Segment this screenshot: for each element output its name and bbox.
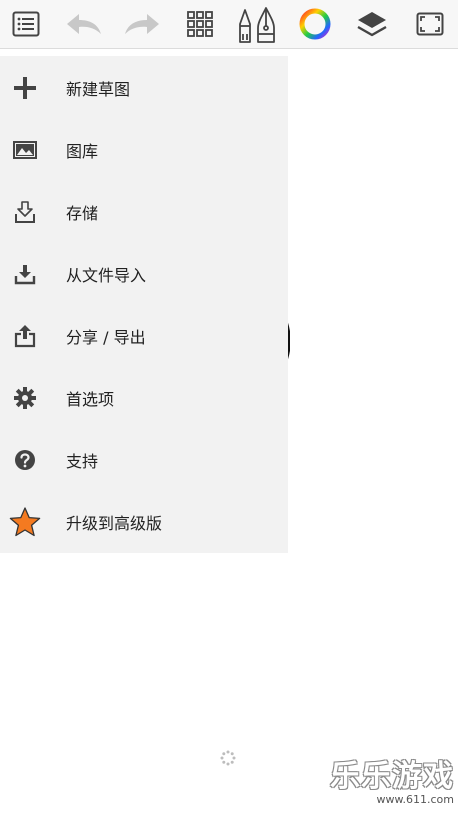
side-menu: 新建草图 图库 存储 从文件导入 分享 / 导出 首选项 支持 升级到高级版 xyxy=(0,56,288,553)
menu-item-upgrade[interactable]: 升级到高级版 xyxy=(0,491,288,553)
loading-spinner-icon xyxy=(220,750,236,766)
layers-icon xyxy=(357,12,387,37)
menu-label: 存储 xyxy=(66,204,99,223)
color-button[interactable] xyxy=(295,4,335,44)
redo-icon xyxy=(125,14,159,34)
brush-button[interactable] xyxy=(236,4,276,44)
save-icon xyxy=(15,201,35,223)
menu-label: 新建草图 xyxy=(66,80,131,99)
gear-icon xyxy=(14,387,36,409)
grid-button[interactable] xyxy=(180,4,220,44)
undo-icon xyxy=(67,14,101,34)
undo-button[interactable] xyxy=(64,4,104,44)
menu-label: 支持 xyxy=(66,452,99,471)
share-icon xyxy=(14,325,36,348)
menu-item-save[interactable]: 存储 xyxy=(0,181,288,243)
star-icon xyxy=(9,507,41,537)
gallery-icon xyxy=(13,141,37,159)
fullscreen-button[interactable] xyxy=(410,4,450,44)
menu-label: 首选项 xyxy=(66,390,115,409)
menu-item-import[interactable]: 从文件导入 xyxy=(0,243,288,305)
watermark-title: 乐乐游戏 xyxy=(330,759,454,794)
menu-label: 从文件导入 xyxy=(66,266,147,285)
help-icon xyxy=(15,450,35,470)
grid-icon xyxy=(187,11,213,37)
top-toolbar xyxy=(0,0,458,49)
list-button[interactable] xyxy=(6,4,46,44)
watermark: 乐乐游戏 www.611.com xyxy=(330,751,454,806)
list-icon xyxy=(12,11,40,37)
import-icon xyxy=(14,265,36,285)
fullscreen-icon xyxy=(416,12,444,36)
brush-icon xyxy=(239,7,275,43)
color-wheel-icon xyxy=(299,8,331,40)
menu-item-new-sketch[interactable]: 新建草图 xyxy=(0,57,288,119)
menu-label: 升级到高级版 xyxy=(66,514,163,533)
layers-button[interactable] xyxy=(352,4,392,44)
menu-item-gallery[interactable]: 图库 xyxy=(0,119,288,181)
plus-icon xyxy=(14,77,36,99)
menu-item-share[interactable]: 分享 / 导出 xyxy=(0,305,288,367)
redo-button[interactable] xyxy=(122,4,162,44)
menu-label: 图库 xyxy=(66,142,99,161)
menu-item-preferences[interactable]: 首选项 xyxy=(0,367,288,429)
menu-label: 分享 / 导出 xyxy=(66,328,146,347)
menu-item-support[interactable]: 支持 xyxy=(0,429,288,491)
